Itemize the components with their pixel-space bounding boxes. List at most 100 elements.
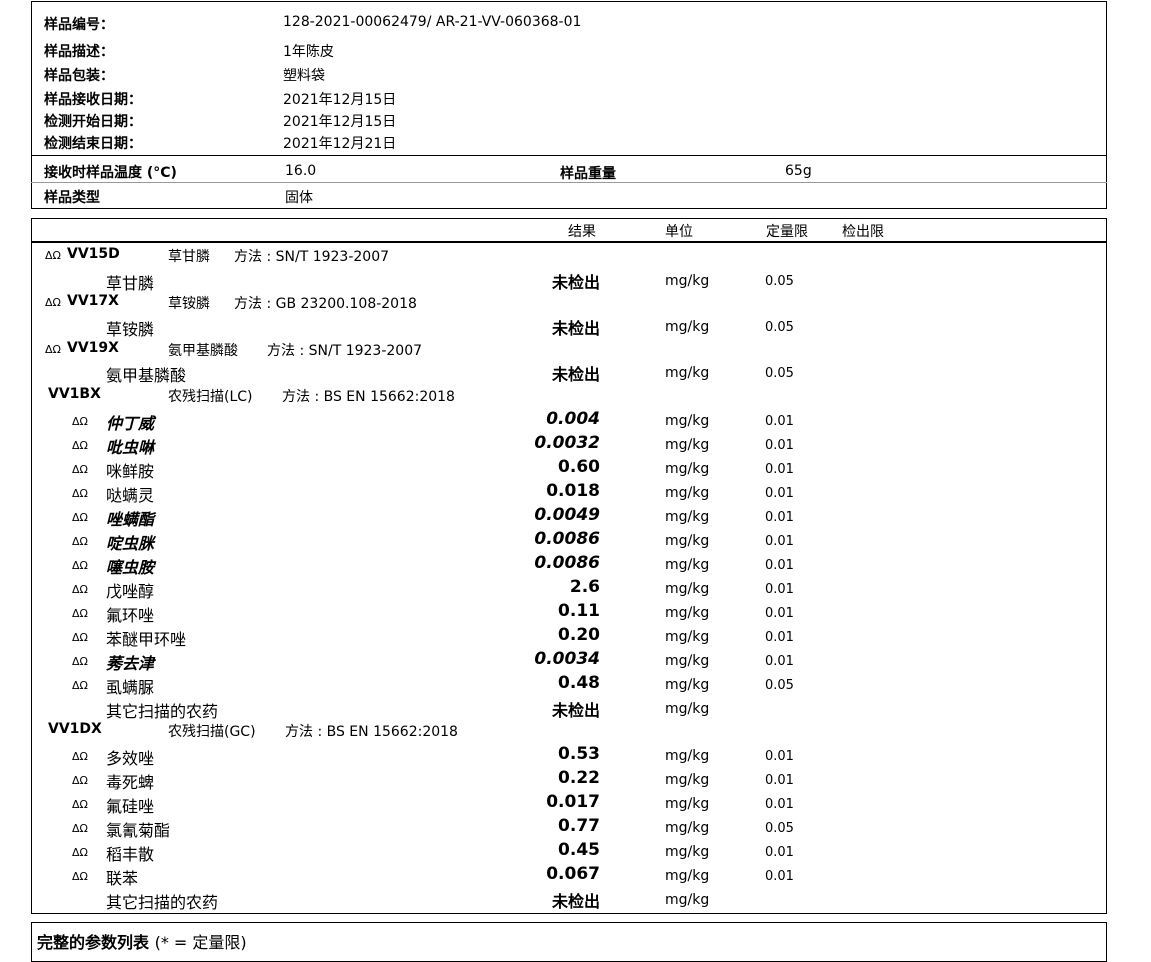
analyte-result: 0.20 bbox=[558, 625, 600, 645]
analyte-loq: 0.01 bbox=[765, 534, 794, 549]
flag-marks: ΔΩ bbox=[45, 296, 61, 309]
analyte-unit: mg/kg bbox=[665, 485, 710, 501]
analyte-loq: 0.01 bbox=[765, 869, 794, 884]
analyte-result: 0.45 bbox=[558, 840, 600, 860]
analyte-name: 仲丁威 bbox=[106, 414, 155, 433]
analyte-name: 氟环唑 bbox=[106, 606, 155, 625]
analyte-name: 联苯 bbox=[106, 869, 139, 888]
analyte-unit: mg/kg bbox=[665, 605, 710, 621]
weight-label: 样品重量 bbox=[560, 166, 616, 182]
analyte-result: 0.77 bbox=[558, 816, 600, 836]
sample-field-value: 1年陈皮 bbox=[283, 44, 334, 60]
analyte-unit: mg/kg bbox=[665, 413, 710, 429]
analyte-name: 其它扫描的农药 bbox=[106, 893, 219, 912]
group-method: 方法 : BS EN 15662:2018 bbox=[285, 724, 458, 740]
analyte-loq: 0.05 bbox=[765, 678, 794, 693]
analyte-result: 0.017 bbox=[546, 792, 600, 812]
analyte-unit: mg/kg bbox=[665, 892, 710, 908]
temp-value: 16.0 bbox=[285, 163, 317, 179]
analyte-loq: 0.01 bbox=[765, 510, 794, 525]
analyte-result: 0.018 bbox=[546, 481, 600, 501]
analyte-result: 0.22 bbox=[558, 768, 600, 788]
analyte-result: 0.0086 bbox=[534, 529, 600, 549]
analyte-unit: mg/kg bbox=[665, 629, 710, 645]
analyte-unit: mg/kg bbox=[665, 820, 710, 836]
analyte-result: 0.0086 bbox=[534, 553, 600, 573]
header-result: 结果 bbox=[568, 224, 596, 240]
analyte-unit: mg/kg bbox=[665, 365, 710, 381]
analyte-unit: mg/kg bbox=[665, 844, 710, 860]
sample-field-label: 检测开始日期： bbox=[44, 114, 142, 130]
analyte-loq: 0.01 bbox=[765, 462, 794, 477]
analyte-name: 咪鲜胺 bbox=[106, 462, 155, 481]
flag-marks: ΔΩ bbox=[72, 798, 88, 811]
method-code: VV15D bbox=[67, 246, 120, 262]
analyte-result: 0.0034 bbox=[534, 649, 600, 669]
analyte-name: 苯醚甲环唑 bbox=[106, 630, 187, 649]
flag-marks: ΔΩ bbox=[72, 846, 88, 859]
analyte-result: 0.11 bbox=[558, 601, 600, 621]
header-loq: 定量限 bbox=[766, 224, 808, 240]
flag-marks: ΔΩ bbox=[72, 559, 88, 572]
analyte-unit: mg/kg bbox=[665, 273, 710, 289]
analyte-unit: mg/kg bbox=[665, 461, 710, 477]
method-reference: 方法 : SN/T 1923-2007 bbox=[234, 249, 390, 265]
flag-marks: ΔΩ bbox=[72, 774, 88, 787]
analyte-name: 毒死蜱 bbox=[106, 773, 155, 792]
analyte-name: 多效唑 bbox=[106, 749, 155, 768]
sample-field-label: 样品描述： bbox=[44, 44, 114, 60]
analyte-name: 戊唑醇 bbox=[106, 582, 155, 601]
flag-marks: ΔΩ bbox=[72, 679, 88, 692]
analyte-result: 2.6 bbox=[569, 577, 600, 597]
analyte-name: 莠去津 bbox=[106, 654, 155, 673]
analyte-unit: mg/kg bbox=[665, 509, 710, 525]
sample-field-value: 2021年12月15日 bbox=[283, 92, 397, 108]
analyte-name: 其它扫描的农药 bbox=[106, 702, 219, 721]
flag-marks: ΔΩ bbox=[72, 655, 88, 668]
analyte-result: 0.067 bbox=[546, 864, 600, 884]
header-unit: 单位 bbox=[665, 224, 693, 240]
analyte-loq: 0.01 bbox=[765, 582, 794, 597]
analyte-loq: 0.01 bbox=[765, 749, 794, 764]
analyte-result: 0.48 bbox=[558, 673, 600, 693]
analyte-name: 草铵膦 bbox=[106, 320, 155, 339]
analyte-result: 0.0049 bbox=[534, 505, 600, 525]
analyte-loq: 0.01 bbox=[765, 438, 794, 453]
analyte-loq: 0.05 bbox=[765, 320, 794, 335]
analyte-result: 0.53 bbox=[558, 744, 600, 764]
analyte-unit: mg/kg bbox=[665, 557, 710, 573]
analyte-unit: mg/kg bbox=[665, 437, 710, 453]
analyte-name: 氯氰菊酯 bbox=[106, 821, 171, 840]
sample-field-label: 样品编号： bbox=[44, 17, 114, 33]
analyte-unit: mg/kg bbox=[665, 319, 710, 335]
header-lod: 检出限 bbox=[842, 224, 884, 240]
weight-value: 65g bbox=[785, 163, 812, 179]
analyte-name: 氨甲基膦酸 bbox=[106, 366, 187, 385]
method-code: VV19X bbox=[67, 340, 119, 356]
analyte-name: 噻虫胺 bbox=[106, 558, 155, 577]
parameter-list-title: 完整的参数列表 (* = 定量限) bbox=[37, 929, 247, 953]
sample-field-label: 检测结束日期： bbox=[44, 136, 142, 152]
analyte-unit: mg/kg bbox=[665, 868, 710, 884]
analyte-unit: mg/kg bbox=[665, 796, 710, 812]
analyte-result: 0.004 bbox=[546, 409, 600, 429]
temp-label: 接收时样品温度 (°C) bbox=[44, 165, 177, 181]
group-code: VV1BX bbox=[48, 386, 101, 402]
sample-field-value: 2021年12月15日 bbox=[283, 114, 397, 130]
analyte-loq: 0.01 bbox=[765, 845, 794, 860]
flag-marks: ΔΩ bbox=[72, 439, 88, 452]
analyte-name: 啶虫脒 bbox=[106, 534, 155, 553]
flag-marks: ΔΩ bbox=[72, 607, 88, 620]
analyte-name: 虱螨脲 bbox=[106, 678, 155, 697]
analyte-unit: mg/kg bbox=[665, 677, 710, 693]
analyte-name: 吡虫啉 bbox=[106, 438, 155, 457]
flag-marks: ΔΩ bbox=[72, 511, 88, 524]
flag-marks: ΔΩ bbox=[72, 535, 88, 548]
sample-field-label: 样品包装： bbox=[44, 68, 114, 84]
flag-marks: ΔΩ bbox=[45, 343, 61, 356]
analyte-result: 0.0032 bbox=[534, 433, 600, 453]
analyte-result: 未检出 bbox=[551, 701, 600, 720]
results-header-divider bbox=[31, 241, 1107, 243]
analyte-loq: 0.05 bbox=[765, 274, 794, 289]
analyte-unit: mg/kg bbox=[665, 581, 710, 597]
